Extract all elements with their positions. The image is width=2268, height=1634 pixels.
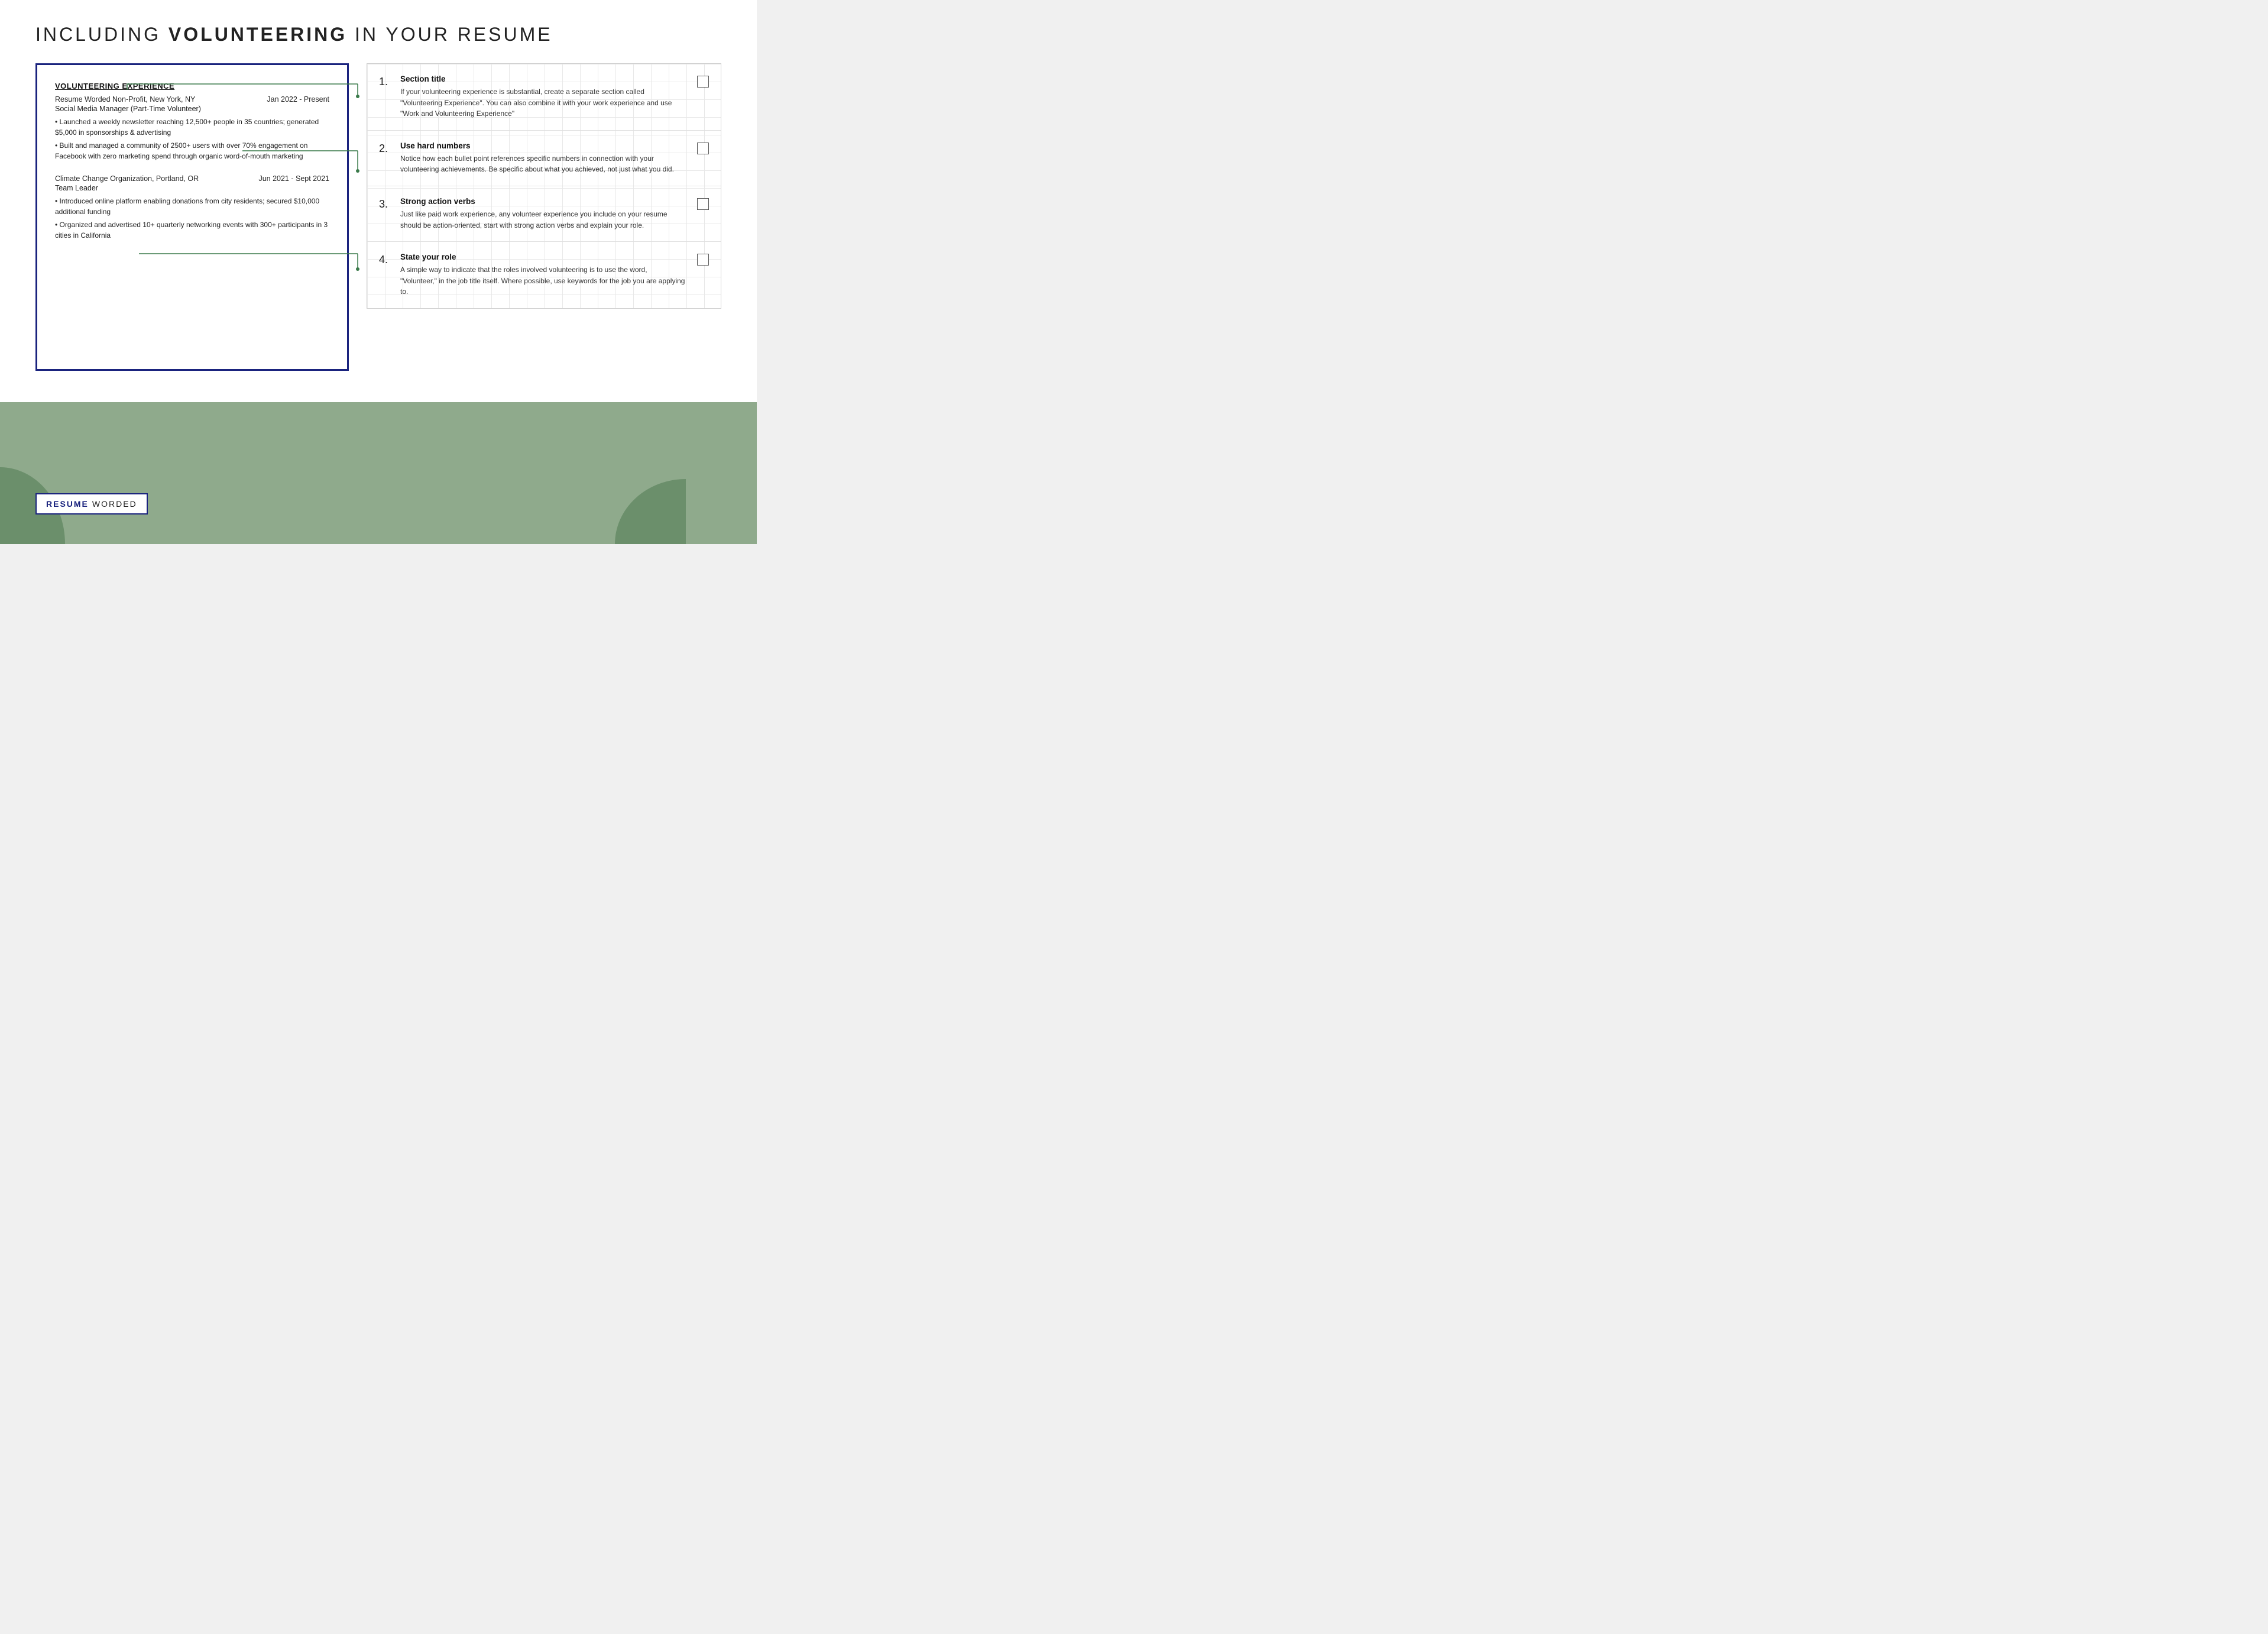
tip-row-3: 3. Strong action verbs Just like paid wo… (367, 186, 721, 242)
tip-number-1: 1. (379, 76, 400, 88)
tip-title-1: Section title (400, 75, 685, 83)
tip-checkbox-2[interactable] (697, 143, 709, 154)
tip-content-2: Use hard numbers Notice how each bullet … (400, 141, 685, 175)
brand-box: RESUME WORDED (35, 493, 148, 515)
title-part1: INCLUDING (35, 24, 169, 45)
resume-bullet-1-1: • Launched a weekly newsletter reaching … (55, 117, 329, 138)
tips-card: 1. Section title If your volunteering ex… (367, 63, 721, 309)
brand-footer: RESUME WORDED (35, 493, 148, 515)
tip-number-3: 3. (379, 198, 400, 211)
tip-checkbox-1[interactable] (697, 76, 709, 88)
title-part2: IN YOUR RESUME (347, 24, 552, 45)
tip-title-4: State your role (400, 253, 685, 261)
resume-bullet-1-2: • Built and managed a community of 2500+… (55, 140, 329, 161)
tip-description-1: If your volunteering experience is subst… (400, 86, 685, 119)
tip-row-1: 1. Section title If your volunteering ex… (367, 64, 721, 131)
title-bold: VOLUNTEERING (169, 24, 347, 45)
tip-row-2: 2. Use hard numbers Notice how each bull… (367, 131, 721, 186)
tip-checkbox-4[interactable] (697, 254, 709, 266)
resume-dates-2: Jun 2021 - Sept 2021 (258, 174, 329, 183)
brand-resume-text: RESUME (46, 499, 89, 509)
tip-number-2: 2. (379, 143, 400, 155)
resume-org-name-1: Resume Worded Non-Profit, New York, NY (55, 95, 195, 103)
resume-role-2: Team Leader (55, 184, 329, 192)
tip-description-2: Notice how each bullet point references … (400, 153, 685, 175)
resume-entry-2-org: Climate Change Organization, Portland, O… (55, 174, 329, 183)
brand-worded-text: WORDED (92, 499, 137, 509)
tip-description-3: Just like paid work experience, any volu… (400, 209, 685, 231)
resume-entry-1-org: Resume Worded Non-Profit, New York, NY J… (55, 95, 329, 103)
tip-row-4: 4. State your role A simple way to indic… (367, 242, 721, 308)
resume-card: VOLUNTEERING EXPERIENCE Resume Worded No… (35, 63, 349, 371)
tip-number-4: 4. (379, 254, 400, 266)
resume-section-title: VOLUNTEERING EXPERIENCE (55, 82, 329, 90)
tip-content-3: Strong action verbs Just like paid work … (400, 197, 685, 231)
tip-title-2: Use hard numbers (400, 141, 685, 150)
tip-content-1: Section title If your volunteering exper… (400, 75, 685, 119)
page-title: INCLUDING VOLUNTEERING IN YOUR RESUME (35, 24, 721, 46)
tip-content-4: State your role A simple way to indicate… (400, 253, 685, 297)
tip-checkbox-3[interactable] (697, 198, 709, 210)
resume-dates-1: Jan 2022 - Present (267, 95, 329, 103)
resume-bullet-2-1: • Introduced online platform enabling do… (55, 196, 329, 217)
content-area: VOLUNTEERING EXPERIENCE Resume Worded No… (35, 63, 721, 371)
tip-description-4: A simple way to indicate that the roles … (400, 264, 685, 297)
resume-bullet-2-2: • Organized and advertised 10+ quarterly… (55, 219, 329, 241)
resume-org-name-2: Climate Change Organization, Portland, O… (55, 174, 199, 183)
resume-role-1: Social Media Manager (Part-Time Voluntee… (55, 105, 329, 113)
tip-title-3: Strong action verbs (400, 197, 685, 206)
